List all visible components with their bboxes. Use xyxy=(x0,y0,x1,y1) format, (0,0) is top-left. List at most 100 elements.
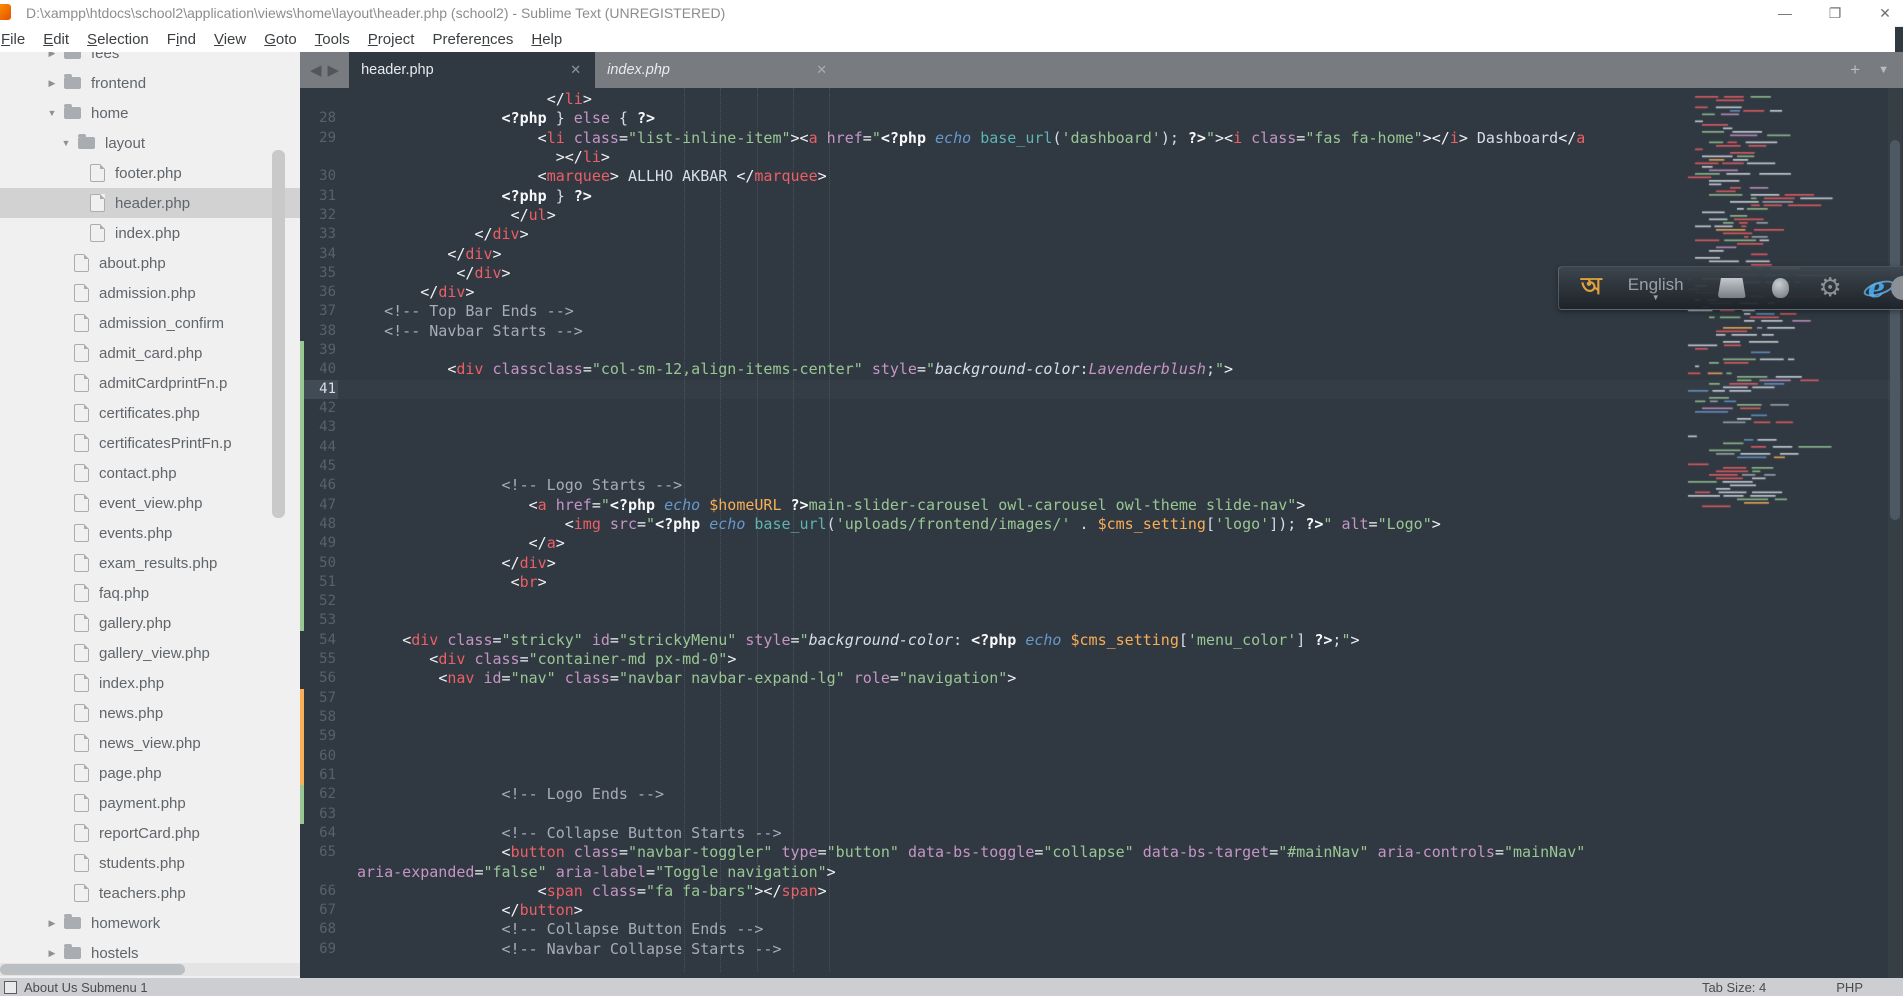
line-number: 44 xyxy=(319,438,336,455)
sidebar-vertical-scrollbar[interactable] xyxy=(272,150,285,518)
close-icon[interactable]: ✕ xyxy=(814,62,829,78)
avro-keyboard-icon[interactable]: অ xyxy=(1581,268,1602,308)
sidebar-file-news.php[interactable]: news.php xyxy=(0,698,300,728)
editor-vscroll-handle[interactable] xyxy=(1890,140,1900,520)
chevron-down-icon[interactable]: ▼ xyxy=(60,138,72,148)
sidebar-file-reportCard.php[interactable]: reportCard.php xyxy=(0,818,300,848)
menu-view[interactable]: View xyxy=(205,31,255,48)
forward-arrow-icon[interactable]: ▶ xyxy=(328,61,340,79)
back-arrow-icon[interactable]: ◀ xyxy=(310,61,322,79)
code-text: ></li> xyxy=(555,147,610,166)
chevron-right-icon[interactable]: ▶ xyxy=(46,948,58,959)
sidebar-horizontal-scrollbar[interactable] xyxy=(0,963,300,976)
sidebar-file-certificatesPrintFn.p[interactable]: certificatesPrintFn.p xyxy=(0,428,300,458)
sidebar-folder-frontend[interactable]: ▶ frontend xyxy=(0,68,300,98)
code-line-46: 46 <!-- Logo Starts --> xyxy=(300,476,1903,496)
sidebar-file-index.php[interactable]: index.php xyxy=(0,668,300,698)
syntax-indicator[interactable]: PHP xyxy=(1836,980,1863,995)
chevron-right-icon[interactable]: ▶ xyxy=(46,52,58,59)
sidebar-file-gallery_view.php[interactable]: gallery_view.php xyxy=(0,638,300,668)
code-line-49: 49 </a> xyxy=(300,534,1903,554)
code-text: <a href="<?php echo $homeURL ?>main-slid… xyxy=(528,495,1306,514)
sidebar-file-teachers.php[interactable]: teachers.php xyxy=(0,878,300,908)
code-text: <!-- Logo Starts --> xyxy=(501,476,683,495)
sidebar-file-event_view.php[interactable]: event_view.php xyxy=(0,488,300,518)
code-text: <img src="<?php echo base_url('uploads/f… xyxy=(564,514,1441,533)
sidebar-folder-fees[interactable]: ▶ fees xyxy=(0,52,300,68)
language-selector[interactable]: English ▼ xyxy=(1628,275,1684,302)
code-line-40: 40 <div classclass="col-sm-12,align-item… xyxy=(300,360,1903,380)
sidebar-file-header.php[interactable]: header.php xyxy=(0,188,300,218)
tree-item-label: fees xyxy=(91,52,120,62)
sidebar-file-admission_confirm[interactable]: admission_confirm xyxy=(0,308,300,338)
menu-file[interactable]: File xyxy=(0,31,34,48)
sidebar-file-exam_results.php[interactable]: exam_results.php xyxy=(0,548,300,578)
file-icon xyxy=(74,824,89,842)
keyboard-layout-icon[interactable] xyxy=(1717,278,1746,298)
line-number: 34 xyxy=(319,245,336,262)
new-tab-icon[interactable]: + xyxy=(1850,60,1860,80)
maximize-button[interactable]: ❐ xyxy=(1825,5,1845,22)
code-editor[interactable]: </li> 28 <?php } else { ?> 29 <li class="l… xyxy=(300,88,1903,978)
menu-selection[interactable]: Selection xyxy=(78,31,158,48)
file-icon xyxy=(74,284,89,302)
tree-item-label: certificatesPrintFn.p xyxy=(99,434,232,452)
sidebar-file-contact.php[interactable]: contact.php xyxy=(0,458,300,488)
sidebar-file-admission.php[interactable]: admission.php xyxy=(0,278,300,308)
sidebar-file-gallery.php[interactable]: gallery.php xyxy=(0,608,300,638)
close-icon[interactable]: ✕ xyxy=(568,62,583,78)
code-text: </div> xyxy=(501,553,556,572)
status-right: Tab Size: 4 PHP xyxy=(1702,978,1903,995)
tab-size-indicator[interactable]: Tab Size: 4 xyxy=(1702,980,1766,995)
editor-vertical-scrollbar[interactable] xyxy=(1888,88,1902,978)
menu-edit[interactable]: Edit xyxy=(34,31,78,48)
settings-gear-icon[interactable]: ⚙ xyxy=(1819,273,1842,303)
chevron-right-icon[interactable]: ▶ xyxy=(46,78,58,89)
sidebar-file-certificates.php[interactable]: certificates.php xyxy=(0,398,300,428)
minimap[interactable] xyxy=(1682,88,1886,978)
sidebar-file-about.php[interactable]: about.php xyxy=(0,248,300,278)
sidebar-file-admit_card.php[interactable]: admit_card.php xyxy=(0,338,300,368)
menu-preferences[interactable]: Preferences xyxy=(423,31,522,48)
tree-item-label: news.php xyxy=(99,704,164,722)
minimize-button[interactable]: — xyxy=(1775,5,1795,21)
spell-check-icon[interactable] xyxy=(1771,278,1789,298)
sidebar-folder-homework[interactable]: ▶ homework xyxy=(0,908,300,938)
sidebar-folder-layout[interactable]: ▼ layout xyxy=(0,128,300,158)
line-number: 69 xyxy=(319,940,336,957)
browser-e-icon[interactable]: e xyxy=(1868,273,1885,304)
tab-header.php[interactable]: header.php ✕ xyxy=(349,52,596,88)
sidebar-file-students.php[interactable]: students.php xyxy=(0,848,300,878)
file-icon xyxy=(74,794,89,812)
code-line-52: 52 xyxy=(300,592,1903,612)
close-button[interactable]: ✕ xyxy=(1875,5,1895,22)
menu-tools[interactable]: Tools xyxy=(306,31,359,48)
sidebar-file-index.php[interactable]: index.php xyxy=(0,218,300,248)
tab-overflow-icon[interactable]: ▼ xyxy=(1878,64,1889,76)
sidebar-folder-home[interactable]: ▼ home xyxy=(0,98,300,128)
chevron-right-icon[interactable]: ▶ xyxy=(46,918,58,929)
sidebar-hscroll-handle[interactable] xyxy=(0,964,185,975)
tab-label: index.php xyxy=(607,62,670,78)
sidebar-file-news_view.php[interactable]: news_view.php xyxy=(0,728,300,758)
sidebar-file-admitCardprintFn.p[interactable]: admitCardprintFn.p xyxy=(0,368,300,398)
sidebar-file-page.php[interactable]: page.php xyxy=(0,758,300,788)
code-line-47: 47 <a href="<?php echo $homeURL ?>main-s… xyxy=(300,495,1903,515)
tab-index.php[interactable]: index.php ✕ xyxy=(595,52,841,88)
sidebar-file-events.php[interactable]: events.php xyxy=(0,518,300,548)
menu-goto[interactable]: Goto xyxy=(255,31,306,48)
sidebar-file-payment.php[interactable]: payment.php xyxy=(0,788,300,818)
chevron-down-icon[interactable]: ▼ xyxy=(46,108,58,118)
language-label[interactable]: English xyxy=(1628,275,1684,295)
sidebar-file-footer.php[interactable]: footer.php xyxy=(0,158,300,188)
menu-help[interactable]: Help xyxy=(522,31,571,48)
menu-project[interactable]: Project xyxy=(359,31,424,48)
tab-extras: + ▼ xyxy=(1850,52,1889,88)
menu-find[interactable]: Find xyxy=(158,31,205,48)
line-number: 57 xyxy=(319,689,336,706)
sidebar-file-faq.php[interactable]: faq.php xyxy=(0,578,300,608)
folder-icon xyxy=(64,104,81,119)
tree-item-label: gallery_view.php xyxy=(99,644,210,662)
